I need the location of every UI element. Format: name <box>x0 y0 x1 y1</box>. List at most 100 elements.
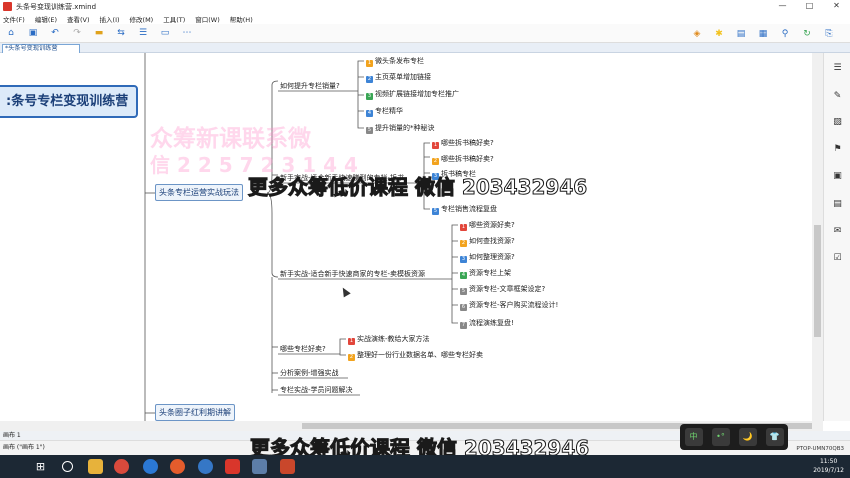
title-bar: 头条号变现训练营.xmind — □ ✕ <box>0 0 850 13</box>
boundary-icon[interactable]: ▭ <box>158 27 172 40</box>
priority-icon: 7 <box>460 322 467 329</box>
priority-icon: 2 <box>460 240 467 247</box>
machine-name: PTOP-UMN70QB3 <box>796 446 844 452</box>
ime-mode-button[interactable]: 🌙 <box>738 428 757 446</box>
window-icon[interactable] <box>252 459 267 474</box>
flag-icon[interactable]: ⚑ <box>832 144 843 154</box>
tab-document[interactable]: *头条号变现训练营 <box>2 44 80 53</box>
root-topic[interactable]: :条号专栏变现训练营 <box>0 85 138 118</box>
topic-student-questions[interactable]: 专栏实战-学员问题解决 <box>280 385 353 395</box>
summary-icon[interactable]: ☰ <box>136 27 150 40</box>
outline-icon[interactable]: ☰ <box>832 63 843 73</box>
system-clock[interactable]: 11:50 2019/7/12 <box>813 457 844 475</box>
maximize-button[interactable]: □ <box>796 0 823 13</box>
ime-skin-button[interactable]: 👕 <box>765 428 784 446</box>
menu-modify[interactable]: 修改(M) <box>130 14 154 24</box>
vertical-scrollbar[interactable] <box>812 53 823 421</box>
redo-icon[interactable]: ↷ <box>70 27 84 40</box>
search-icon[interactable]: ⚲ <box>778 27 792 40</box>
priority-icon: 5 <box>432 208 439 215</box>
task-icon[interactable]: ☑ <box>832 253 843 263</box>
subtopic[interactable]: 4 资源专栏上架 <box>460 268 511 279</box>
subtopic[interactable]: 5 提升销量的*种秘诀 <box>366 123 435 134</box>
priority-icon: 2 <box>348 354 355 361</box>
menu-edit[interactable]: 编辑(E) <box>35 14 57 24</box>
subtopic[interactable]: 7 流程演练复盘! <box>460 318 514 329</box>
file-explorer-icon[interactable] <box>88 459 103 474</box>
topic-icon[interactable]: ▬ <box>92 27 106 40</box>
comment-icon[interactable]: ✉ <box>832 226 843 236</box>
share-icon[interactable]: ▦ <box>756 27 770 40</box>
menu-file[interactable]: 文件(F) <box>3 14 25 24</box>
home-icon[interactable]: ⌂ <box>4 27 18 40</box>
topic-case-analysis[interactable]: 分析案例-增强实战 <box>280 368 339 378</box>
toolbar: ⌂ ▣ ↶ ↷ ▬ ⇆ ☰ ▭ ⋯ ◈ ✱ ▤ ▦ ⚲ ↻ ⎘ <box>0 24 850 43</box>
browser-icon[interactable] <box>143 459 158 474</box>
search-icon[interactable] <box>62 461 73 472</box>
undo-icon[interactable]: ↶ <box>48 27 62 40</box>
subtopic[interactable]: 2 主页菜单增加链接 <box>366 72 431 83</box>
relationship-icon[interactable]: ⇆ <box>114 27 128 40</box>
branch-circle-dividend[interactable]: 头条圈子红利期讲解 <box>155 404 235 421</box>
subtopic[interactable]: 2 哪些拆书稿好卖? <box>432 154 494 165</box>
xmind-app-icon <box>3 2 12 11</box>
ime-lang-button[interactable]: 中 <box>684 428 703 446</box>
topic-template-resources[interactable]: 新手实战-适合新手快速商家的专栏-卖模板资源 <box>280 269 425 279</box>
priority-icon: 1 <box>460 224 467 231</box>
subtopic[interactable]: 5 资源专栏-文章框架设定? <box>460 284 545 295</box>
menu-insert[interactable]: 插入(I) <box>100 14 120 24</box>
ime-punct-button[interactable]: •° <box>711 428 730 446</box>
mindmap-canvas[interactable]: :条号专栏变现训练营 头条专栏运营实战玩法 头条圈子红利期讲解 如何提升专栏销量… <box>0 53 812 421</box>
subtopic[interactable]: 1 微头条发布专栏 <box>366 56 424 67</box>
more-icon[interactable]: ⋯ <box>180 27 194 40</box>
close-button[interactable]: ✕ <box>823 0 850 13</box>
marker-icon[interactable]: ◈ <box>690 27 704 40</box>
watermark-top: 更多众筹低价课程 微信 203432946 <box>247 175 588 200</box>
subtopic[interactable]: 1 哪些资源好卖? <box>460 220 515 231</box>
subtopic[interactable]: 2 整理好一份行业数据名单、哪些专栏好卖 <box>348 350 483 361</box>
priority-icon: 2 <box>432 158 439 165</box>
chrome-icon[interactable] <box>114 459 129 474</box>
windows-start-icon[interactable]: ⊞ <box>33 459 48 474</box>
subtopic[interactable]: 3 视频扩展链接增加专栏推广 <box>366 89 459 100</box>
xmind-icon[interactable] <box>225 459 240 474</box>
priority-icon: 2 <box>366 76 373 83</box>
priority-icon: 4 <box>366 110 373 117</box>
topic-which-columns-sell[interactable]: 哪些专栏好卖? <box>280 344 326 354</box>
menu-tools[interactable]: 工具(T) <box>163 14 185 24</box>
subtopic[interactable]: 1 实战演练-教给大家方法 <box>348 334 430 345</box>
tab-bar: *头条号变现训练营 <box>0 43 850 53</box>
export-icon[interactable]: ⎘ <box>822 27 836 40</box>
subtopic[interactable]: 6 资源专栏-客户购买流程设计! <box>460 300 558 311</box>
priority-icon: 1 <box>348 338 355 345</box>
branch-operations[interactable]: 头条专栏运营实战玩法 <box>155 184 243 201</box>
subtopic[interactable]: 2 如何查找资源? <box>460 236 515 247</box>
menu-view[interactable]: 查看(V) <box>67 14 90 24</box>
topic-improve-sales[interactable]: 如何提升专栏销量? <box>280 81 340 91</box>
priority-icon: 5 <box>366 127 373 134</box>
sogou-icon[interactable] <box>198 459 213 474</box>
subtopic[interactable]: 5 专栏销售流程复盘 <box>432 204 497 215</box>
menu-window[interactable]: 窗口(W) <box>195 14 220 24</box>
subtopic[interactable]: 3 如何整理资源? <box>460 252 515 263</box>
minimize-button[interactable]: — <box>769 0 796 13</box>
menu-help[interactable]: 帮助(H) <box>230 14 253 24</box>
right-panel: ☰ ✎ ▨ ⚑ ▣ ▤ ✉ ☑ <box>823 53 850 421</box>
sync-icon[interactable]: ↻ <box>800 27 814 40</box>
format-brush-icon[interactable]: ✎ <box>832 91 843 101</box>
priority-icon: 6 <box>460 304 467 311</box>
gallery-icon[interactable]: ▣ <box>832 171 843 181</box>
present-icon[interactable]: ▤ <box>734 27 748 40</box>
subtopic[interactable]: 4 专栏精华 <box>366 106 403 117</box>
window-title: 头条号变现训练营.xmind <box>16 2 97 11</box>
idea-icon[interactable]: ✱ <box>712 27 726 40</box>
subtopic[interactable]: 1 哪些拆书稿好卖? <box>432 138 494 149</box>
vertical-scroll-thumb[interactable] <box>814 225 821 337</box>
powerpoint-icon[interactable] <box>280 459 295 474</box>
priority-icon: 3 <box>460 256 467 263</box>
note-icon[interactable]: ▤ <box>832 199 843 209</box>
app-icon[interactable] <box>170 459 185 474</box>
image-icon[interactable]: ▨ <box>832 117 843 127</box>
save-icon[interactable]: ▣ <box>26 27 40 40</box>
priority-icon: 1 <box>366 60 373 67</box>
